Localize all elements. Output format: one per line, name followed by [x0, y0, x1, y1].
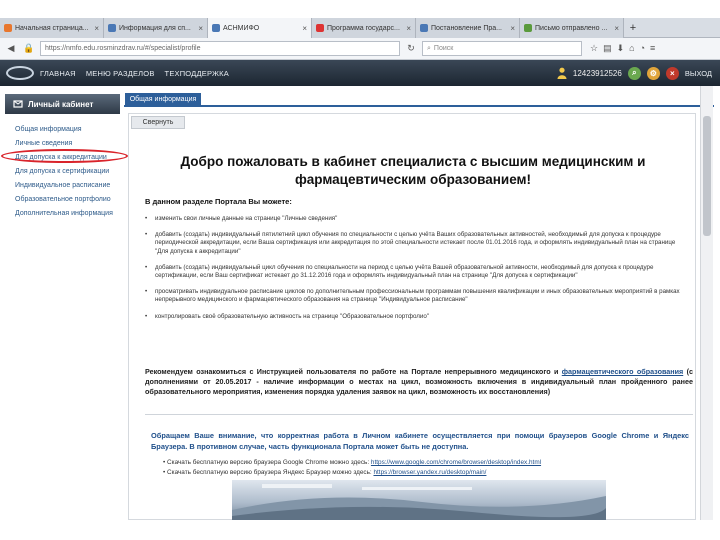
close-icon[interactable]: × [198, 24, 203, 33]
user-box: 12423912526 ⌕ ⚙ × ВЫХОД [557, 66, 720, 80]
browser-tab-6[interactable]: Письмо отправлено ... × [520, 18, 624, 38]
close-icon[interactable]: × [94, 24, 99, 33]
page-scrollbar[interactable] [700, 86, 713, 520]
tab-title: Программа государс... [327, 24, 400, 32]
user-id: 12423912526 [572, 68, 622, 78]
instruction-link[interactable]: фармацевтического образования [562, 367, 683, 376]
nav-support[interactable]: ТЕХПОДДЕРЖКА [165, 69, 229, 78]
tab-favicon [316, 24, 324, 32]
sidebar: Личный кабинет Общая информация Личные с… [0, 86, 128, 520]
sidebar-header: Личный кабинет [5, 94, 120, 114]
download-icon[interactable]: ⬇ [617, 43, 625, 54]
browser-toolbar: ◀ 🔒 https://nmfo.edu.rosminzdrav.ru/#/sp… [0, 38, 720, 60]
recommendation-pre: Рекомендуем ознакомиться с Инструкцией п… [145, 367, 562, 376]
portal-logo-icon[interactable] [6, 66, 34, 80]
search-placeholder: Поиск [433, 45, 454, 52]
back-arrow-icon[interactable]: ◀ [4, 42, 18, 56]
search-icon: ⌕ [427, 44, 431, 52]
lock-icon: 🔒 [23, 43, 35, 53]
browser-tab-3-active[interactable]: АСНМИФО × [208, 18, 312, 38]
sidebar-item-schedule[interactable]: Индивидуальное расписание [0, 178, 124, 192]
star-icon[interactable]: ☆ [590, 43, 598, 54]
download-yandex-item: • Скачать бесплатную версию браузера Янд… [163, 469, 663, 476]
browser-tool-icons: ☆ ▤ ⬇ ⌂ ◔ ≡ [590, 43, 655, 54]
browser-notice: Обращаем Ваше внимание, что корректная р… [151, 431, 689, 451]
tab-favicon [212, 24, 220, 32]
reading-list-icon[interactable]: ▤ [603, 43, 612, 54]
search-circle-icon[interactable]: ⌕ [627, 66, 641, 80]
intro-text: В данном разделе Портала Вы можете: [145, 197, 292, 206]
reload-icon[interactable]: ↻ [404, 42, 418, 56]
pocket-icon[interactable]: ◔ [640, 43, 645, 54]
browser-tab-strip: Начальная страница... × Информация для с… [0, 18, 720, 38]
menu-icon[interactable]: ≡ [650, 43, 655, 54]
list-item: добавить (создать) индивидуальный цикл о… [145, 264, 690, 280]
tab-title: Постановление Пра... [431, 24, 503, 32]
tab-title: Информация для сп... [119, 24, 191, 32]
sidebar-item-portfolio[interactable]: Образовательное портфолио [0, 192, 124, 206]
exit-icon[interactable]: × [665, 66, 679, 80]
tab-title: АСНМИФО [223, 24, 260, 32]
divider [145, 414, 693, 415]
list-item: добавить (создать) индивидуальный пятиле… [145, 231, 690, 256]
exit-link[interactable]: ВЫХОД [685, 69, 712, 78]
list-item: изменить свои личные данные на странице … [145, 215, 690, 223]
download-chrome-item: • Скачать бесплатную версию браузера Goo… [163, 459, 663, 466]
welcome-heading: Добро пожаловать в кабинет специалиста с… [180, 154, 646, 187]
address-bar[interactable]: https://nmfo.edu.rosminzdrav.ru/#/specia… [40, 41, 400, 56]
browser-tab-5[interactable]: Постановление Пра... × [416, 18, 520, 38]
main-tab-bar: Общая информация [124, 93, 714, 107]
search-input[interactable]: ⌕ Поиск [422, 41, 582, 56]
browser-tab-4[interactable]: Программа государс... × [312, 18, 416, 38]
close-icon[interactable]: × [406, 24, 411, 33]
download-yandex-text: Скачать бесплатную версию браузера Яндек… [167, 469, 374, 476]
cabinet-icon [13, 100, 23, 108]
tab-favicon [4, 24, 12, 32]
banner-graphic [232, 484, 606, 520]
sidebar-item-general-info[interactable]: Общая информация [0, 122, 124, 136]
list-item: контролировать своё образовательную акти… [145, 313, 690, 321]
browser-window: Начальная страница... × Информация для с… [0, 0, 720, 520]
close-icon[interactable]: × [510, 24, 515, 33]
main-content: Общая информация Свернуть Добро пожалова… [124, 86, 720, 520]
site-header: ГЛАВНАЯ МЕНЮ РАЗДЕЛОВ ТЕХПОДДЕРЖКА 12423… [0, 60, 720, 86]
chrome-download-link[interactable]: https://www.google.com/chrome/browser/de… [371, 459, 541, 466]
tab-general-info[interactable]: Общая информация [125, 93, 201, 106]
user-icon [557, 67, 567, 79]
sidebar-item-additional-info[interactable]: Дополнительная информация [0, 206, 124, 220]
browser-tab-2[interactable]: Информация для сп... × [104, 18, 208, 38]
recommendation-text: Рекомендуем ознакомиться с Инструкцией п… [145, 367, 693, 397]
sidebar-title: Личный кабинет [28, 99, 94, 109]
nav-home[interactable]: ГЛАВНАЯ [40, 69, 76, 78]
download-chrome-text: Скачать бесплатную версию браузера Googl… [167, 459, 371, 466]
highlight-oval [1, 149, 128, 163]
settings-circle-icon[interactable]: ⚙ [646, 66, 660, 80]
browser-tab-1[interactable]: Начальная страница... × [0, 18, 104, 38]
tab-title: Письмо отправлено ... [535, 24, 608, 32]
new-tab-button[interactable]: + [624, 18, 642, 38]
top-nav: ГЛАВНАЯ МЕНЮ РАЗДЕЛОВ ТЕХПОДДЕРЖКА [40, 69, 229, 78]
tab-favicon [420, 24, 428, 32]
tab-favicon [108, 24, 116, 32]
yandex-download-link[interactable]: https://browser.yandex.ru/desktop/main/ [373, 469, 486, 476]
close-icon[interactable]: × [302, 24, 307, 33]
sidebar-item-certification[interactable]: Для допуска к сертификации [0, 164, 124, 178]
scrollbar-thumb[interactable] [703, 116, 711, 236]
close-icon[interactable]: × [614, 24, 619, 33]
content-panel: Свернуть Добро пожаловать в кабинет спец… [128, 113, 696, 520]
tab-favicon [524, 24, 532, 32]
list-item: просматривать индивидуальное расписание … [145, 288, 690, 304]
tab-title: Начальная страница... [15, 24, 89, 32]
collapse-button[interactable]: Свернуть [131, 116, 185, 129]
banner-image [232, 480, 606, 520]
sidebar-item-personal-info[interactable]: Личные сведения [0, 136, 124, 150]
capabilities-list: изменить свои личные данные на странице … [145, 215, 690, 329]
home-icon[interactable]: ⌂ [629, 43, 634, 54]
sidebar-menu: Общая информация Личные сведения Для доп… [0, 122, 124, 220]
nav-sections-menu[interactable]: МЕНЮ РАЗДЕЛОВ [86, 69, 155, 78]
